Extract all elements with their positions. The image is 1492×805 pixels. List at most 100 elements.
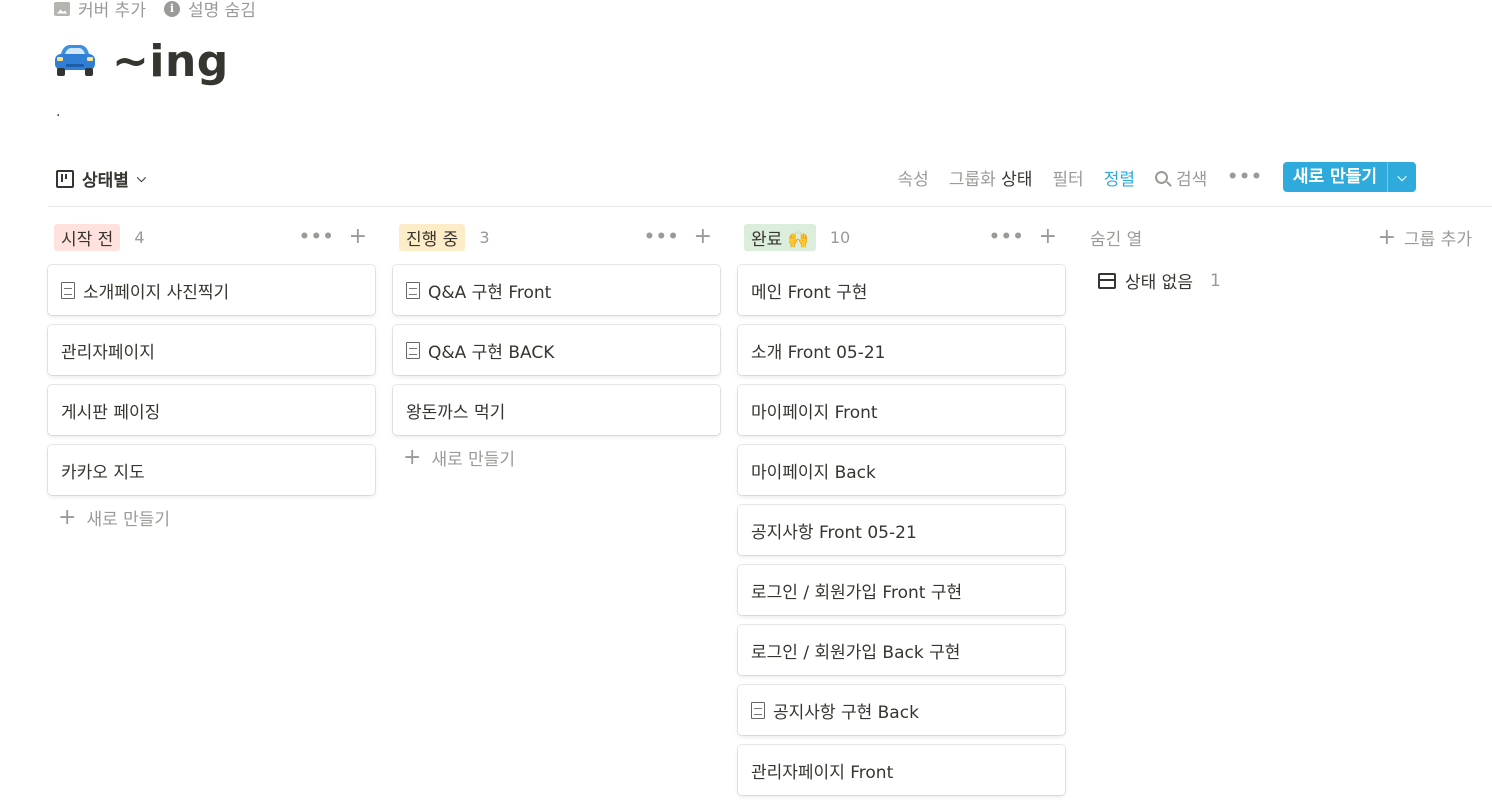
new-button-group: 새로 만들기 ⌵ [1282, 162, 1416, 192]
board-card[interactable]: 카카오 지도 [48, 445, 375, 495]
database-toolbar: 속성 그룹화 상태 필터 정렬 검색 ••• 새로 만들기 ⌵ [898, 162, 1416, 192]
new-card-button[interactable]: + 새로 만들기 [393, 445, 720, 470]
card-title: 메인 Front 구현 [751, 282, 868, 303]
column-count: 3 [479, 227, 490, 247]
document-icon [61, 281, 75, 299]
board-view-icon [56, 169, 74, 188]
board-card[interactable]: 로그인 / 회원가입 Front 구현 [738, 565, 1065, 615]
column-header: 진행 중 3 ••• + [393, 222, 720, 252]
board-card[interactable]: Q&A 구현 Front [393, 265, 720, 315]
hide-description-button[interactable]: i 설명 숨김 [163, 0, 256, 21]
card-title: 소개페이지 사진찍기 [83, 282, 230, 303]
page-header: ~ing [52, 36, 229, 87]
view-name: 상태별 [82, 171, 129, 191]
column-actions: ••• + [644, 226, 720, 248]
status-tag[interactable]: 완료 🙌 [744, 223, 816, 251]
board-column-in-progress: 진행 중 3 ••• + Q&A 구현 Front Q&A 구현 BACK 왕돈… [393, 222, 720, 470]
inbox-icon [1098, 272, 1116, 289]
document-icon [406, 341, 420, 359]
hidden-groups-header: 숨긴 열 + 그룹 추가 [1090, 222, 1472, 252]
more-dots-icon[interactable]: ••• [989, 227, 1025, 247]
new-button[interactable]: 새로 만들기 [1283, 162, 1387, 192]
column-header: 시작 전 4 ••• + [48, 222, 375, 252]
search-icon [1154, 170, 1168, 184]
board-card[interactable]: 마이페이지 Front [738, 385, 1065, 435]
column-actions: ••• + [989, 226, 1065, 248]
column-actions: ••• + [299, 226, 375, 248]
plus-icon: + [58, 505, 77, 530]
more-options-icon[interactable]: ••• [1227, 167, 1263, 187]
board-card[interactable]: 소개페이지 사진찍기 [48, 265, 375, 315]
image-icon [54, 1, 70, 16]
card-title: 카카오 지도 [61, 462, 145, 483]
card-title: Q&A 구현 BACK [428, 342, 555, 363]
more-dots-icon[interactable]: ••• [299, 227, 335, 247]
sort-button[interactable]: 정렬 [1104, 165, 1135, 190]
board-column-done: 완료 🙌 10 ••• + 메인 Front 구현 소개 Front 05-21… [738, 222, 1065, 805]
plus-icon[interactable]: + [1039, 226, 1057, 248]
search-label: 검색 [1175, 169, 1208, 190]
page-description[interactable]: . [56, 104, 60, 120]
card-title: 로그인 / 회원가입 Front 구현 [751, 582, 963, 603]
board-card[interactable]: 로그인 / 회원가입 Back 구현 [738, 625, 1065, 675]
board-card[interactable]: 왕돈까스 먹기 [393, 385, 720, 435]
board-card[interactable]: 공지사항 Front 05-21 [738, 505, 1065, 555]
hidden-groups-title: 숨긴 열 [1090, 229, 1143, 250]
more-dots-icon[interactable]: ••• [644, 227, 680, 247]
card-title: 관리자페이지 [61, 342, 155, 363]
board-card[interactable]: 마이페이지 Back [738, 445, 1065, 495]
status-tag[interactable]: 시작 전 [54, 223, 121, 251]
search-button[interactable]: 검색 [1154, 165, 1208, 190]
board-card[interactable]: 관리자페이지 [48, 325, 375, 375]
page-title[interactable]: ~ing [112, 36, 229, 87]
toolbar-divider [48, 206, 1492, 207]
add-cover-label: 커버 추가 [78, 1, 146, 21]
new-dropdown-chevron-icon[interactable]: ⌵ [1387, 162, 1416, 192]
card-title: 로그인 / 회원가입 Back 구현 [751, 642, 961, 663]
column-count: 4 [134, 227, 145, 247]
card-title: 마이페이지 Back [751, 462, 876, 483]
document-icon [406, 281, 420, 299]
board-card[interactable]: 게시판 페이징 [48, 385, 375, 435]
group-by-label: 그룹화 [948, 169, 996, 190]
hide-description-label: 설명 숨김 [187, 1, 256, 21]
card-list: 소개페이지 사진찍기 관리자페이지 게시판 페이징 카카오 지도 + 새로 만들… [48, 265, 375, 530]
board-card[interactable]: 관리자페이지 Front [738, 745, 1065, 795]
add-cover-button[interactable]: 커버 추가 [54, 0, 146, 21]
new-card-label: 새로 만들기 [86, 510, 171, 530]
new-card-label: 새로 만들기 [431, 450, 516, 470]
document-icon [751, 701, 765, 719]
board-column-not-started: 시작 전 4 ••• + 소개페이지 사진찍기 관리자페이지 게시판 페이징 카… [48, 222, 375, 530]
card-title: 관리자페이지 Front [751, 762, 894, 783]
car-icon[interactable] [52, 40, 98, 84]
card-title: 소개 Front 05-21 [751, 342, 886, 363]
card-list: Q&A 구현 Front Q&A 구현 BACK 왕돈까스 먹기 + 새로 만들… [393, 265, 720, 470]
new-card-button[interactable]: + 새로 만들기 [48, 505, 375, 530]
view-selector[interactable]: 상태별 ⌵ [56, 166, 146, 191]
hidden-group-count: 1 [1209, 270, 1221, 291]
hidden-group-item[interactable]: 상태 없음 1 [1090, 268, 1472, 293]
plus-icon: + [1377, 224, 1397, 250]
column-count: 10 [829, 227, 851, 247]
status-tag[interactable]: 진행 중 [399, 223, 466, 251]
group-by-button[interactable]: 그룹화 상태 [949, 165, 1033, 190]
add-group-label: 그룹 추가 [1404, 229, 1472, 250]
plus-icon[interactable]: + [349, 226, 367, 248]
filter-button[interactable]: 필터 [1052, 165, 1083, 190]
board-card[interactable]: 소개 Front 05-21 [738, 325, 1065, 375]
board-card[interactable]: Q&A 구현 BACK [393, 325, 720, 375]
chevron-down-icon: ⌵ [136, 171, 147, 185]
properties-button[interactable]: 속성 [898, 165, 929, 190]
board-card[interactable]: 공지사항 구현 Back [738, 685, 1065, 735]
plus-icon[interactable]: + [694, 226, 712, 248]
add-group-button[interactable]: + 그룹 추가 [1378, 225, 1472, 250]
page-top-actions: 커버 추가 i 설명 숨김 [54, 0, 256, 21]
info-icon: i [163, 0, 180, 17]
hidden-groups-column: 숨긴 열 + 그룹 추가 상태 없음 1 [1090, 222, 1472, 294]
board-card[interactable]: 메인 Front 구현 [738, 265, 1065, 315]
card-title: 마이페이지 Front [751, 402, 878, 423]
card-title: Q&A 구현 Front [428, 282, 552, 303]
card-title: 공지사항 구현 Back [773, 702, 919, 723]
hidden-group-label: 상태 없음 [1125, 273, 1193, 293]
group-by-value: 상태 [1001, 169, 1033, 190]
